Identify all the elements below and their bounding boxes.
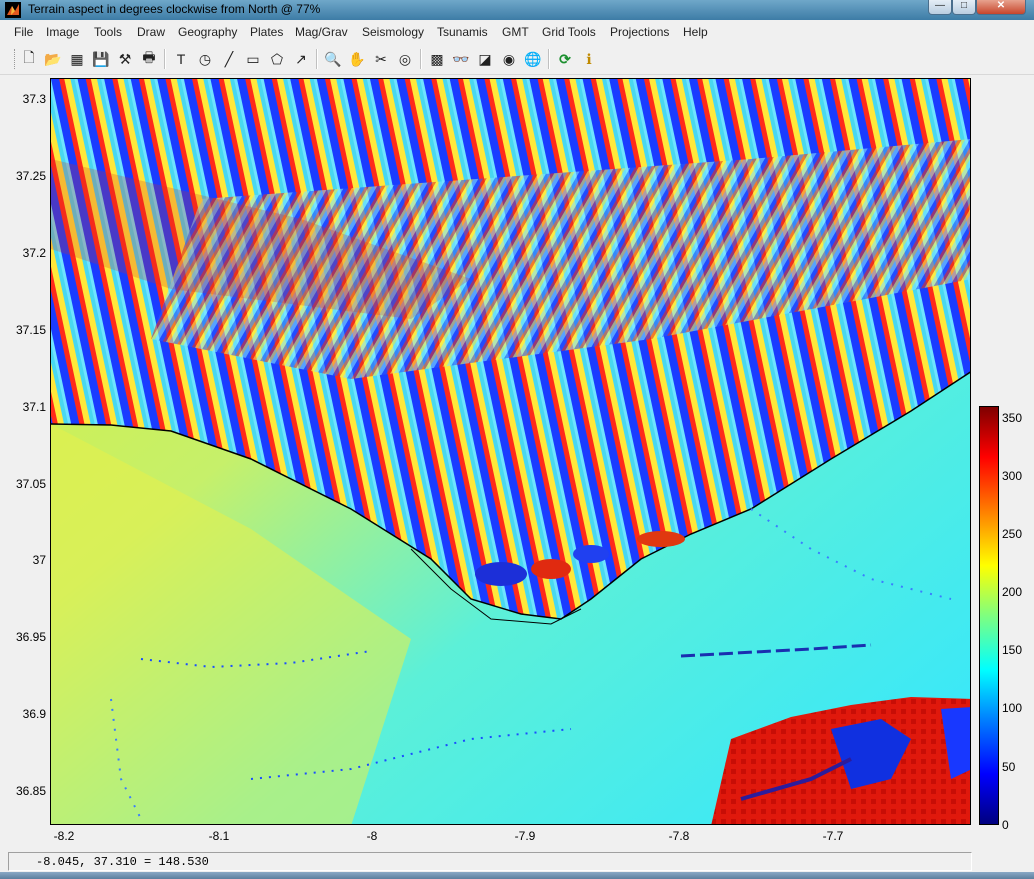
x-tick-label: -7.8	[668, 829, 690, 843]
colorbar-tick-label: 200	[1002, 585, 1023, 599]
toolbar-separator	[316, 49, 318, 69]
y-tick-label: 37.2	[22, 246, 46, 260]
measure-icon[interactable]: ◎	[395, 49, 415, 69]
menu-projections[interactable]: Projections	[610, 25, 669, 39]
toolbar-separator	[164, 49, 166, 69]
y-tick-label: 36.85	[15, 784, 46, 798]
menu-file[interactable]: File	[14, 25, 33, 39]
matlab-app-icon	[5, 2, 21, 18]
circle-icon[interactable]: ◷	[195, 49, 215, 69]
colorbar-tick-label: 100	[1002, 701, 1023, 715]
x-tick-label: -7.7	[822, 829, 844, 843]
y-tick-label: 36.95	[15, 630, 46, 644]
print-icon[interactable]: 🖶	[139, 49, 159, 69]
save-icon[interactable]: 💾	[91, 49, 111, 69]
colorbar-tick-label: 50	[1002, 760, 1016, 774]
shade-icon[interactable]: ◪	[475, 49, 495, 69]
globe-icon[interactable]: 🌐	[523, 49, 543, 69]
menu-tools[interactable]: Tools	[94, 25, 122, 39]
menu-tsunamis[interactable]: Tsunamis	[437, 25, 488, 39]
maximize-button[interactable]: □	[952, 0, 976, 15]
cursor-readout: -8.045, 37.310 = 148.530	[36, 855, 209, 869]
taskbar-strip	[0, 872, 1034, 879]
x-tick-label: -8.2	[53, 829, 75, 843]
colorbar-tick-label: 250	[1002, 527, 1023, 541]
refresh-icon[interactable]: ⟳	[555, 49, 575, 69]
tools-icon[interactable]: ⚒	[115, 49, 135, 69]
line-icon[interactable]: ╱	[219, 49, 239, 69]
polygon-icon[interactable]: ⬠	[267, 49, 287, 69]
y-tick-label: 37.25	[15, 169, 46, 183]
menu-seismology[interactable]: Seismology	[362, 25, 424, 39]
menu-gmt[interactable]: GMT	[502, 25, 529, 39]
open-folder-icon[interactable]: 📂	[43, 49, 63, 69]
arrow-icon[interactable]: ↗	[291, 49, 311, 69]
sphere-icon[interactable]: ◉	[499, 49, 519, 69]
image-icon[interactable]: ▦	[67, 49, 87, 69]
toolbar-separator	[548, 49, 550, 69]
app-window: Terrain aspect in degrees clockwise from…	[0, 0, 1034, 879]
new-file-icon[interactable]: 🗋	[19, 49, 39, 69]
colorbar	[979, 406, 999, 825]
y-tick-label: 37	[32, 553, 46, 567]
y-tick-label: 37.1	[22, 400, 46, 414]
x-tick-label: -8	[366, 829, 378, 843]
y-tick-label: 36.9	[22, 707, 46, 721]
y-tick-label: 37.15	[15, 323, 46, 337]
terrain-aspect-map[interactable]	[50, 78, 971, 825]
colorbar-tick-label: 350	[1002, 411, 1023, 425]
close-button[interactable]: ✕	[976, 0, 1026, 15]
menu-bar: File Image Tools Draw Geography Plates M…	[0, 22, 1034, 42]
scissors-icon[interactable]: ✂	[371, 49, 391, 69]
text-icon[interactable]: T	[171, 49, 191, 69]
pan-hand-icon[interactable]: ✋	[347, 49, 367, 69]
binoculars-icon[interactable]: 👓	[451, 49, 471, 69]
toolbar-separator	[420, 49, 422, 69]
y-tick-label: 37.05	[15, 477, 46, 491]
y-tick-label: 37.3	[22, 92, 46, 106]
x-tick-label: -7.9	[514, 829, 536, 843]
menu-grid-tools[interactable]: Grid Tools	[542, 25, 596, 39]
grid-icon[interactable]: ▩	[427, 49, 447, 69]
menu-help[interactable]: Help	[683, 25, 708, 39]
minimize-button[interactable]: —	[928, 0, 952, 15]
menu-draw[interactable]: Draw	[137, 25, 165, 39]
colorbar-tick-label: 300	[1002, 469, 1023, 483]
status-bar: -8.045, 37.310 = 148.530	[8, 852, 972, 871]
zoom-icon[interactable]: 🔍	[323, 49, 343, 69]
colorbar-tick-label: 150	[1002, 643, 1023, 657]
info-icon[interactable]: ℹ	[579, 49, 599, 69]
title-bar[interactable]: Terrain aspect in degrees clockwise from…	[0, 0, 1034, 20]
menu-image[interactable]: Image	[46, 25, 79, 39]
menu-geography[interactable]: Geography	[178, 25, 237, 39]
toolbar-grip[interactable]	[14, 49, 17, 69]
rectangle-icon[interactable]: ▭	[243, 49, 263, 69]
toolbar: 🗋 📂 ▦ 💾 ⚒ 🖶 T ◷ ╱ ▭ ⬠ ↗ 🔍 ✋ ✂ ◎ ▩ 👓 ◪ ◉ …	[0, 44, 1034, 75]
window-title: Terrain aspect in degrees clockwise from…	[28, 2, 321, 16]
menu-plates[interactable]: Plates	[250, 25, 283, 39]
x-tick-label: -8.1	[208, 829, 230, 843]
colorbar-tick-label: 0	[1002, 818, 1009, 832]
menu-mag-grav[interactable]: Mag/Grav	[295, 25, 348, 39]
